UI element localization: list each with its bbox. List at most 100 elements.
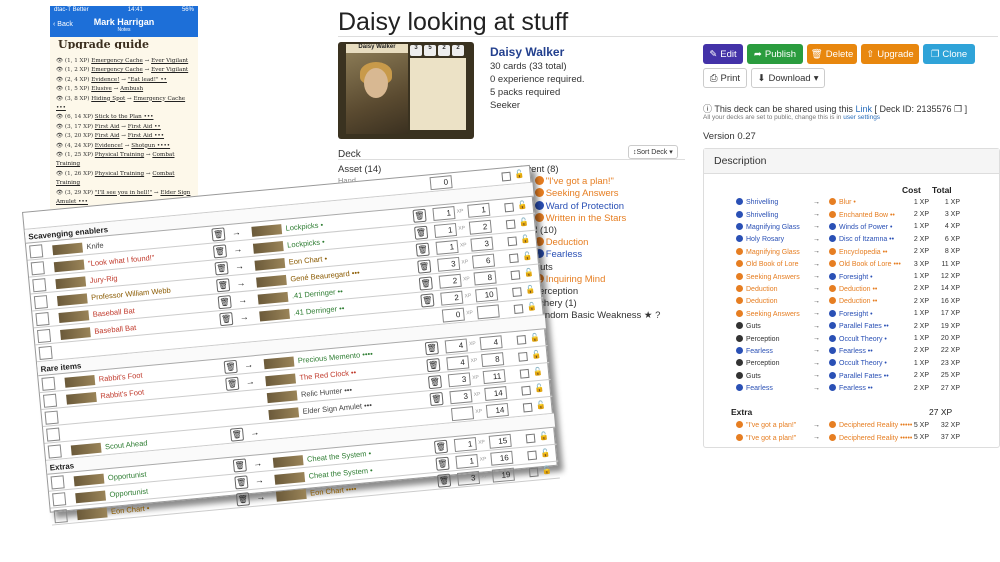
upgrade-from[interactable]: Perception — [736, 359, 779, 367]
upgrade-from[interactable]: Deduction — [736, 284, 778, 293]
checkbox[interactable] — [42, 393, 58, 408]
publish-button[interactable]: ➦ Publish — [747, 44, 803, 64]
upgrade-to[interactable]: Foresight • — [829, 309, 873, 318]
total-box[interactable] — [476, 304, 500, 320]
checkbox[interactable] — [522, 402, 533, 413]
total-box[interactable]: 8 — [473, 270, 497, 286]
upgrade-to[interactable]: Parallel Fates •• — [829, 371, 889, 380]
card-name-link[interactable]: Random Basic Weakness ★ ? — [533, 310, 661, 321]
checkbox[interactable] — [513, 304, 524, 314]
checkbox[interactable] — [44, 410, 59, 425]
back-button[interactable]: ‹ Back — [53, 21, 73, 28]
cost-box[interactable]: 1 — [433, 222, 458, 238]
cost-box[interactable]: 3 — [447, 372, 471, 388]
checkbox[interactable] — [46, 427, 61, 442]
upgrade-from[interactable]: Magnifying Glass — [736, 222, 800, 231]
trash-icon[interactable]: 🗑 — [429, 391, 444, 407]
guide-to[interactable]: Ever Vigilant — [151, 58, 188, 64]
checkbox[interactable] — [50, 475, 65, 490]
upgrade-to[interactable]: Fearless •• — [829, 384, 873, 392]
trash-icon[interactable]: 🗑 — [229, 427, 245, 442]
upgrade-to[interactable]: Deciphered Reality ••••• — [829, 433, 912, 442]
upgrade-to[interactable]: Fearless •• — [829, 346, 873, 355]
checkbox[interactable] — [528, 467, 539, 478]
checkbox[interactable] — [527, 450, 538, 461]
share-link[interactable]: Link — [855, 104, 872, 114]
cost-box[interactable]: 3 — [456, 470, 481, 486]
guide-to[interactable]: First Aid ••• — [128, 133, 164, 139]
guide-from[interactable]: Physical Training — [95, 152, 144, 158]
card-name-link[interactable]: Inquiring Mind — [546, 274, 606, 285]
guide-from[interactable]: First Aid — [95, 133, 120, 139]
checkbox[interactable] — [518, 351, 528, 362]
card-name-link[interactable]: Fearless — [546, 249, 582, 260]
upgrade-to[interactable]: Deciphered Reality ••••• — [829, 421, 912, 429]
guide-from[interactable]: Elusive — [91, 86, 112, 92]
upgrade-from[interactable]: Magnifying Glass — [736, 247, 800, 256]
checkbox[interactable] — [519, 368, 530, 379]
guide-from[interactable]: Stick to the Plan ••• — [95, 114, 154, 120]
delete-button[interactable]: 🗑 Delete — [807, 44, 857, 64]
total-box[interactable]: 2 — [468, 219, 492, 235]
guide-from[interactable]: First Aid — [95, 124, 120, 130]
upgrade-to[interactable]: Parallel Fates •• — [829, 322, 889, 330]
print-button[interactable]: ⎙ Print — [703, 68, 747, 88]
checkbox[interactable] — [516, 335, 527, 345]
upgrade-to[interactable]: Foresight • — [829, 272, 873, 281]
card-name-link[interactable]: Seeking Answers — [546, 188, 619, 199]
checkbox[interactable] — [525, 433, 536, 444]
checkbox[interactable] — [47, 444, 62, 459]
upgrade-to[interactable]: Old Book of Lore ••• — [829, 260, 901, 268]
checkbox[interactable] — [52, 492, 67, 507]
guide-from[interactable]: "I'll see you in hell!" — [95, 190, 152, 196]
guide-from[interactable]: Physical Training — [95, 171, 144, 177]
guide-from[interactable]: Evidence! — [95, 143, 123, 149]
total-box[interactable]: 1 — [467, 202, 491, 218]
user-settings-link[interactable]: user settings — [843, 114, 880, 121]
cost-box[interactable]: 3 — [437, 256, 461, 272]
value-box[interactable]: 0 — [429, 175, 453, 191]
upgrade-from[interactable]: "I've got a plan!" — [736, 421, 796, 429]
trash-icon[interactable]: 🗑 — [232, 458, 247, 473]
upgrade-from[interactable]: Shrivelling — [736, 210, 778, 219]
total-box[interactable]: 6 — [471, 253, 496, 269]
upgrade-from[interactable]: Old Book of Lore — [736, 260, 799, 268]
card-name-link[interactable]: Ward of Protection — [546, 201, 624, 212]
cost-box[interactable] — [450, 406, 475, 422]
cost-box[interactable]: 4 — [444, 338, 468, 354]
upgrade-from[interactable]: Deduction — [736, 297, 778, 305]
upgrade-to[interactable]: Deduction •• — [829, 284, 877, 293]
total-box[interactable]: 16 — [490, 450, 514, 466]
upgrade-button[interactable]: ⇧ Upgrade — [861, 44, 919, 64]
trash-icon[interactable]: 🗑 — [426, 358, 441, 373]
guide-from[interactable]: Hiding Spot — [91, 96, 125, 102]
edit-button[interactable]: ✎ Edit — [703, 44, 743, 64]
total-box[interactable]: 15 — [488, 433, 512, 449]
total-box[interactable]: 14 — [484, 386, 508, 401]
checkbox[interactable] — [53, 509, 68, 524]
checkbox[interactable] — [505, 219, 516, 230]
cost-box[interactable]: 1 — [432, 206, 456, 222]
trash-icon[interactable]: 🗑 — [211, 227, 226, 242]
upgrade-to[interactable]: Deduction •• — [829, 297, 877, 305]
trash-icon[interactable]: 🗑 — [235, 492, 251, 507]
trash-icon[interactable]: 🗑 — [217, 295, 232, 310]
guide-from[interactable]: Evidence! — [91, 77, 119, 83]
checkbox[interactable] — [512, 287, 522, 298]
trash-icon[interactable]: 🗑 — [424, 341, 439, 356]
trash-icon[interactable]: 🗑 — [216, 278, 231, 293]
guide-to[interactable]: First Aid •• — [128, 124, 161, 130]
upgrade-from[interactable]: Fearless — [736, 346, 773, 355]
sort-deck-button[interactable]: ↕Sort Deck ▾ — [628, 145, 678, 159]
guide-from[interactable]: Emergency Cache — [91, 67, 143, 73]
trash-icon[interactable]: 🗑 — [225, 376, 240, 391]
checkbox[interactable] — [29, 244, 44, 259]
guide-from[interactable]: Emergency Cache — [91, 58, 143, 64]
cost-box[interactable]: 2 — [438, 273, 462, 289]
trash-icon[interactable]: 🗑 — [427, 375, 443, 390]
trash-icon[interactable]: 🗑 — [417, 259, 432, 274]
trash-icon[interactable]: 🗑 — [223, 359, 238, 374]
upgrade-to[interactable]: Disc of Itzamna •• — [829, 235, 894, 243]
trash-icon[interactable]: 🗑 — [412, 208, 427, 223]
cost-box[interactable]: 2 — [440, 290, 464, 306]
